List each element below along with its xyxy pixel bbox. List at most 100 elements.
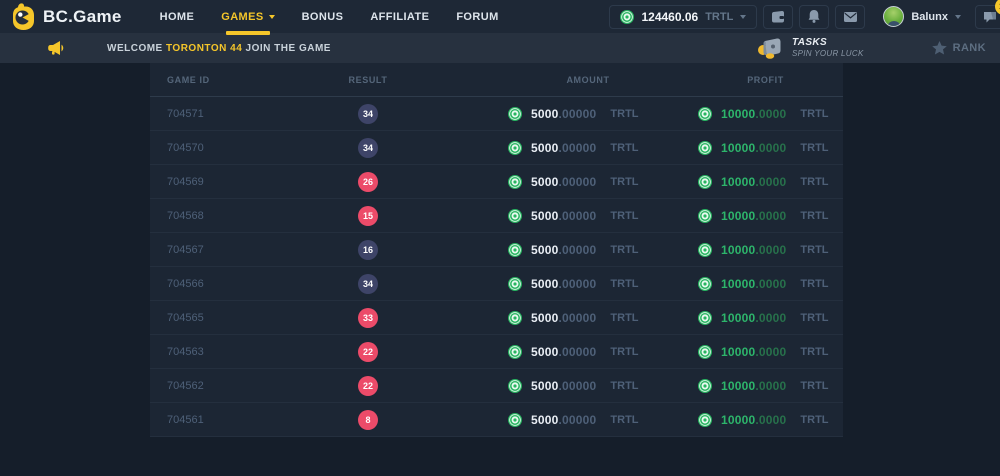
table-row[interactable]: 704571 34 5000.00000 TRTL [150,97,843,131]
tasks-widget[interactable]: TASKS SPIN YOUR LUCK [757,37,864,59]
nav-link-home[interactable]: HOME [160,0,195,33]
result-badge: 8 [358,410,378,430]
trtl-coin-icon [508,175,522,189]
profit-currency: TRTL [800,210,828,222]
rank-widget[interactable]: RANK [932,41,986,55]
header-game-id: GAME ID [150,75,316,85]
rank-label: RANK [953,42,986,54]
result-badge: 22 [358,342,378,362]
brand-name: BC.Game [43,7,122,27]
table-row[interactable]: 704566 34 5000.00000 TRTL [150,267,843,301]
result-badge: 34 [358,138,378,158]
trtl-coin-icon [698,141,712,155]
profit-currency: TRTL [800,108,828,120]
nav-link-forum[interactable]: FORUM [456,0,498,33]
table-header: GAME ID RESULT AMOUNT PROFIT [150,63,843,97]
brand-logo[interactable]: BC.Game [12,3,122,30]
trtl-coin-icon [508,243,522,257]
amount-currency: TRTL [610,244,638,256]
profit-value: 10000.0000 [721,277,786,291]
chat-icon [983,11,997,23]
star-icon [932,41,947,55]
trtl-coin-icon [620,10,634,24]
profit-currency: TRTL [800,142,828,154]
mail-icon [844,12,857,22]
amount-value: 5000.00000 [531,379,596,393]
result-cell: 22 [316,342,420,362]
header-amount: AMOUNT [420,75,688,85]
game-id: 704566 [150,278,316,290]
bets-table: GAME ID RESULT AMOUNT PROFIT 704571 34 5… [150,63,843,437]
bcgame-logo-icon [12,3,35,30]
trtl-coin-icon [698,175,712,189]
trtl-coin-icon [508,141,522,155]
nav-link-affiliate[interactable]: AFFILIATE [370,0,429,33]
table-body: 704571 34 5000.00000 TRTL [150,97,843,437]
result-badge: 22 [358,376,378,396]
table-row[interactable]: 704561 8 5000.00000 TRTL [150,403,843,437]
table-row[interactable]: 704563 22 5000.00000 TRTL [150,335,843,369]
trtl-coin-icon [508,277,522,291]
amount-currency: TRTL [610,312,638,324]
amount-cell: 5000.00000 TRTL [420,311,688,325]
result-cell: 26 [316,172,420,192]
table-row[interactable]: 704570 34 5000.00000 TRTL [150,131,843,165]
wallet-button[interactable] [763,5,793,29]
profit-value: 10000.0000 [721,413,786,427]
table-row[interactable]: 704565 33 5000.00000 TRTL [150,301,843,335]
amount-cell: 5000.00000 TRTL [420,413,688,427]
amount-value: 5000.00000 [531,243,596,257]
user-menu[interactable]: Balunx [883,6,961,27]
profit-currency: TRTL [800,380,828,392]
tasks-subtitle: SPIN YOUR LUCK [792,49,864,59]
result-cell: 34 [316,274,420,294]
header-result: RESULT [316,75,420,85]
profit-value: 10000.0000 [721,311,786,325]
result-cell: 33 [316,308,420,328]
main-nav: HOME GAMES BONUS AFFILIATE FORUM [160,0,499,33]
profit-cell: 10000.0000 TRTL [688,413,843,427]
amount-cell: 5000.00000 TRTL [420,175,688,189]
table-row[interactable]: 704568 15 5000.00000 TRTL [150,199,843,233]
messages-button[interactable] [835,5,865,29]
profit-value: 10000.0000 [721,243,786,257]
table-row[interactable]: 704569 26 5000.00000 TRTL [150,165,843,199]
amount-value: 5000.00000 [531,413,596,427]
profit-currency: TRTL [800,312,828,324]
table-row[interactable]: 704562 22 5000.00000 TRTL [150,369,843,403]
profit-value: 10000.0000 [721,379,786,393]
amount-cell: 5000.00000 TRTL [420,209,688,223]
amount-cell: 5000.00000 TRTL [420,277,688,291]
trtl-coin-icon [698,379,712,393]
trtl-coin-icon [698,107,712,121]
game-id: 704567 [150,244,316,256]
profit-value: 10000.0000 [721,107,786,121]
notifications-button[interactable] [799,5,829,29]
trtl-coin-icon [508,107,522,121]
amount-currency: TRTL [610,108,638,120]
header-profit: PROFIT [688,75,843,85]
result-badge: 26 [358,172,378,192]
bell-icon [808,10,820,23]
result-cell: 22 [316,376,420,396]
nav-link-bonus[interactable]: BONUS [302,0,344,33]
balance-currency: TRTL [705,11,733,23]
amount-currency: TRTL [610,210,638,222]
trtl-coin-icon [698,277,712,291]
amount-currency: TRTL [610,414,638,426]
profit-cell: 10000.0000 TRTL [688,209,843,223]
nav-link-games[interactable]: GAMES [221,0,274,33]
chevron-down-icon [269,15,275,19]
amount-currency: TRTL [610,142,638,154]
amount-currency: TRTL [610,346,638,358]
result-cell: 15 [316,206,420,226]
balance-selector[interactable]: 124460.06 TRTL [609,5,757,29]
table-row[interactable]: 704567 16 5000.00000 TRTL [150,233,843,267]
profit-cell: 10000.0000 TRTL [688,141,843,155]
amount-currency: TRTL [610,380,638,392]
result-badge: 34 [358,104,378,124]
amount-cell: 5000.00000 TRTL [420,141,688,155]
amount-currency: TRTL [610,278,638,290]
profit-currency: TRTL [800,414,828,426]
chat-button[interactable]: 10 [975,5,1000,29]
